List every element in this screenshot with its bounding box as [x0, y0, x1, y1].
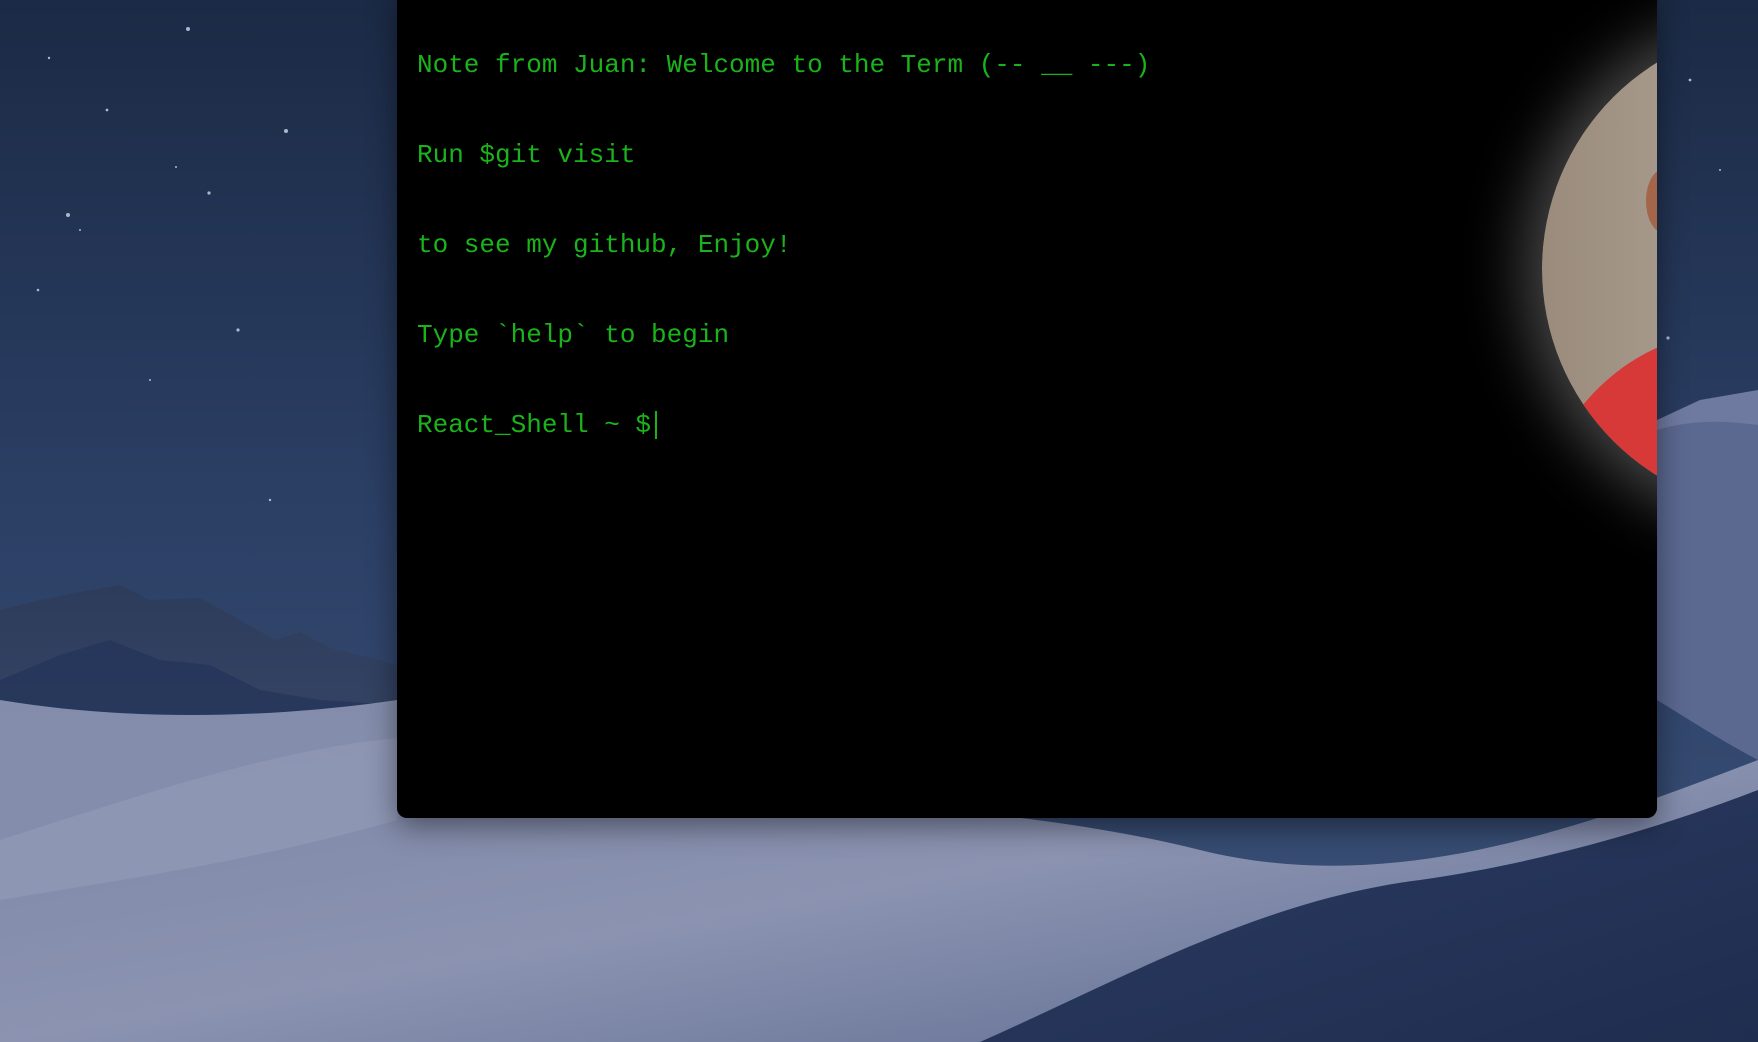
terminal-line: to see my github, Enjoy!: [417, 230, 792, 260]
terminal-prompt-line[interactable]: React_Shell ~ $: [417, 410, 1657, 440]
terminal-line: Type `help` to begin: [417, 320, 730, 350]
terminal-output: Note from Juan: Welcome to the Term (-- …: [417, 0, 1657, 500]
terminal-prompt: React_Shell ~ $: [417, 410, 652, 440]
terminal-line: Note from Juan: Welcome to the Term (-- …: [417, 50, 1151, 80]
terminal-window[interactable]: Note from Juan: Welcome to the Term (-- …: [397, 0, 1657, 818]
text-cursor: [655, 411, 658, 439]
terminal-line: Run $git visit: [417, 140, 636, 170]
